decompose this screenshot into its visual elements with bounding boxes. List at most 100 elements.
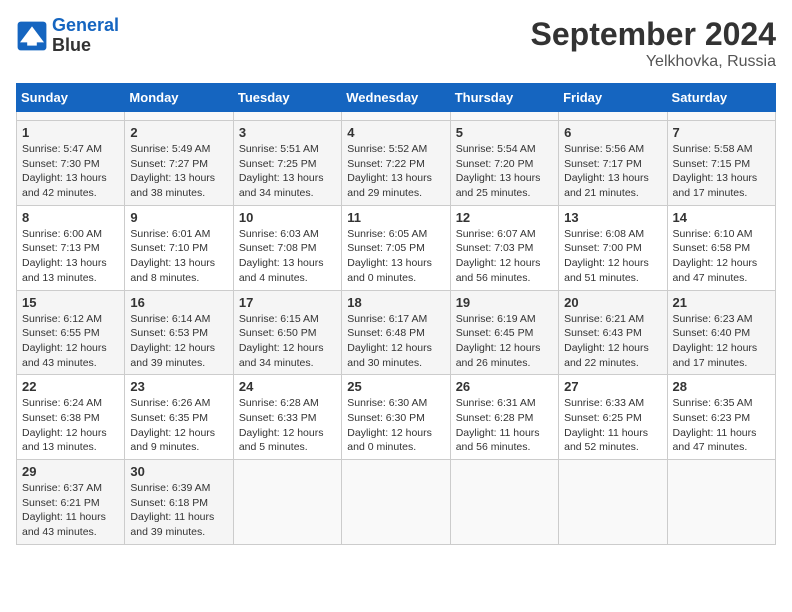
day-number: 19 bbox=[456, 295, 553, 310]
calendar-cell: 17 Sunrise: 6:15 AMSunset: 6:50 PMDayligh… bbox=[233, 290, 341, 375]
day-number: 16 bbox=[130, 295, 227, 310]
page-header: General Blue September 2024 Yelkhovka, R… bbox=[16, 16, 776, 71]
calendar-cell: 15 Sunrise: 6:12 AMSunset: 6:55 PMDayligh… bbox=[17, 290, 125, 375]
col-tuesday: Tuesday bbox=[233, 84, 341, 112]
col-wednesday: Wednesday bbox=[342, 84, 450, 112]
col-monday: Monday bbox=[125, 84, 233, 112]
calendar-row: 29Sunrise: 6:37 AMSunset: 6:21 PMDayligh… bbox=[17, 460, 776, 545]
calendar-cell: 23 Sunrise: 6:26 AMSunset: 6:35 PMDayligh… bbox=[125, 375, 233, 460]
calendar-cell: 5Sunrise: 5:54 AMSunset: 7:20 PMDaylight… bbox=[450, 121, 558, 206]
calendar-cell bbox=[125, 112, 233, 121]
calendar-cell: 26Sunrise: 6:31 AMSunset: 6:28 PMDayligh… bbox=[450, 375, 558, 460]
day-number: 5 bbox=[456, 125, 553, 140]
day-info: Sunrise: 6:12 AMSunset: 6:55 PMDaylight:… bbox=[22, 312, 119, 371]
day-info: Sunrise: 6:19 AMSunset: 6:45 PMDaylight:… bbox=[456, 312, 553, 371]
day-number: 10 bbox=[239, 210, 336, 225]
day-number: 4 bbox=[347, 125, 444, 140]
calendar-cell: 20 Sunrise: 6:21 AMSunset: 6:43 PMDayligh… bbox=[559, 290, 667, 375]
day-info: Sunrise: 6:17 AMSunset: 6:48 PMDaylight:… bbox=[347, 312, 444, 371]
day-info: Sunrise: 6:39 AMSunset: 6:18 PMDaylight:… bbox=[130, 481, 227, 540]
day-number: 28 bbox=[673, 379, 770, 394]
calendar-cell: 27Sunrise: 6:33 AMSunset: 6:25 PMDayligh… bbox=[559, 375, 667, 460]
day-number: 7 bbox=[673, 125, 770, 140]
logo: General Blue bbox=[16, 16, 119, 56]
calendar-cell: 4 Sunrise: 5:52 AMSunset: 7:22 PMDaylight… bbox=[342, 121, 450, 206]
calendar-table: Sunday Monday Tuesday Wednesday Thursday… bbox=[16, 83, 776, 545]
day-number: 25 bbox=[347, 379, 444, 394]
day-info: Sunrise: 6:30 AMSunset: 6:30 PMDaylight:… bbox=[347, 396, 444, 455]
day-info: Sunrise: 6:31 AMSunset: 6:28 PMDaylight:… bbox=[456, 396, 553, 455]
calendar-cell: 19 Sunrise: 6:19 AMSunset: 6:45 PMDayligh… bbox=[450, 290, 558, 375]
calendar-cell bbox=[233, 112, 341, 121]
logo-line2: Blue bbox=[52, 36, 119, 56]
day-info: Sunrise: 6:23 AMSunset: 6:40 PMDaylight:… bbox=[673, 312, 770, 371]
day-info: Sunrise: 6:26 AMSunset: 6:35 PMDaylight:… bbox=[130, 396, 227, 455]
calendar-cell: 6 Sunrise: 5:56 AMSunset: 7:17 PMDaylight… bbox=[559, 121, 667, 206]
day-number: 6 bbox=[564, 125, 661, 140]
calendar-cell bbox=[667, 460, 775, 545]
col-friday: Friday bbox=[559, 84, 667, 112]
col-thursday: Thursday bbox=[450, 84, 558, 112]
location-title: Yelkhovka, Russia bbox=[531, 53, 776, 71]
day-number: 23 bbox=[130, 379, 227, 394]
day-number: 15 bbox=[22, 295, 119, 310]
calendar-cell bbox=[342, 460, 450, 545]
col-sunday: Sunday bbox=[17, 84, 125, 112]
day-number: 20 bbox=[564, 295, 661, 310]
calendar-cell: 10 Sunrise: 6:03 AMSunset: 7:08 PMDayligh… bbox=[233, 205, 341, 290]
day-info: Sunrise: 5:47 AMSunset: 7:30 PMDaylight:… bbox=[22, 142, 119, 201]
calendar-cell bbox=[667, 112, 775, 121]
calendar-cell bbox=[450, 112, 558, 121]
day-number: 2 bbox=[130, 125, 227, 140]
day-info: Sunrise: 6:14 AMSunset: 6:53 PMDaylight:… bbox=[130, 312, 227, 371]
calendar-cell: 18Sunrise: 6:17 AMSunset: 6:48 PMDayligh… bbox=[342, 290, 450, 375]
day-info: Sunrise: 6:10 AMSunset: 6:58 PMDaylight:… bbox=[673, 227, 770, 286]
calendar-cell: 16 Sunrise: 6:14 AMSunset: 6:53 PMDayligh… bbox=[125, 290, 233, 375]
day-info: Sunrise: 6:05 AMSunset: 7:05 PMDaylight:… bbox=[347, 227, 444, 286]
logo-text: General Blue bbox=[52, 16, 119, 56]
day-number: 11 bbox=[347, 210, 444, 225]
day-info: Sunrise: 6:35 AMSunset: 6:23 PMDaylight:… bbox=[673, 396, 770, 455]
day-number: 29 bbox=[22, 464, 119, 479]
day-info: Sunrise: 5:52 AMSunset: 7:22 PMDaylight:… bbox=[347, 142, 444, 201]
calendar-cell: 13 Sunrise: 6:08 AMSunset: 7:00 PMDayligh… bbox=[559, 205, 667, 290]
calendar-cell bbox=[450, 460, 558, 545]
calendar-row: 1Sunrise: 5:47 AMSunset: 7:30 PMDaylight… bbox=[17, 121, 776, 206]
day-info: Sunrise: 5:56 AMSunset: 7:17 PMDaylight:… bbox=[564, 142, 661, 201]
logo-line1: General bbox=[52, 15, 119, 35]
calendar-cell bbox=[559, 112, 667, 121]
day-info: Sunrise: 5:51 AMSunset: 7:25 PMDaylight:… bbox=[239, 142, 336, 201]
calendar-cell: 25 Sunrise: 6:30 AMSunset: 6:30 PMDayligh… bbox=[342, 375, 450, 460]
day-number: 9 bbox=[130, 210, 227, 225]
calendar-header-row: Sunday Monday Tuesday Wednesday Thursday… bbox=[17, 84, 776, 112]
calendar-cell bbox=[17, 112, 125, 121]
month-title: September 2024 bbox=[531, 16, 776, 53]
day-number: 12 bbox=[456, 210, 553, 225]
day-info: Sunrise: 6:03 AMSunset: 7:08 PMDaylight:… bbox=[239, 227, 336, 286]
calendar-cell bbox=[233, 460, 341, 545]
day-info: Sunrise: 6:28 AMSunset: 6:33 PMDaylight:… bbox=[239, 396, 336, 455]
day-number: 30 bbox=[130, 464, 227, 479]
calendar-cell: 22Sunrise: 6:24 AMSunset: 6:38 PMDayligh… bbox=[17, 375, 125, 460]
calendar-row bbox=[17, 112, 776, 121]
day-number: 8 bbox=[22, 210, 119, 225]
day-number: 14 bbox=[673, 210, 770, 225]
day-info: Sunrise: 6:08 AMSunset: 7:00 PMDaylight:… bbox=[564, 227, 661, 286]
calendar-row: 8Sunrise: 6:00 AMSunset: 7:13 PMDaylight… bbox=[17, 205, 776, 290]
col-saturday: Saturday bbox=[667, 84, 775, 112]
day-info: Sunrise: 5:49 AMSunset: 7:27 PMDaylight:… bbox=[130, 142, 227, 201]
day-number: 17 bbox=[239, 295, 336, 310]
day-info: Sunrise: 6:21 AMSunset: 6:43 PMDaylight:… bbox=[564, 312, 661, 371]
calendar-cell bbox=[559, 460, 667, 545]
day-number: 24 bbox=[239, 379, 336, 394]
day-number: 13 bbox=[564, 210, 661, 225]
calendar-cell: 8Sunrise: 6:00 AMSunset: 7:13 PMDaylight… bbox=[17, 205, 125, 290]
title-section: September 2024 Yelkhovka, Russia bbox=[531, 16, 776, 71]
day-info: Sunrise: 6:15 AMSunset: 6:50 PMDaylight:… bbox=[239, 312, 336, 371]
day-number: 3 bbox=[239, 125, 336, 140]
day-number: 22 bbox=[22, 379, 119, 394]
calendar-cell: 11 Sunrise: 6:05 AMSunset: 7:05 PMDayligh… bbox=[342, 205, 450, 290]
day-info: Sunrise: 6:33 AMSunset: 6:25 PMDaylight:… bbox=[564, 396, 661, 455]
calendar-cell: 14 Sunrise: 6:10 AMSunset: 6:58 PMDayligh… bbox=[667, 205, 775, 290]
calendar-cell: 24 Sunrise: 6:28 AMSunset: 6:33 PMDayligh… bbox=[233, 375, 341, 460]
